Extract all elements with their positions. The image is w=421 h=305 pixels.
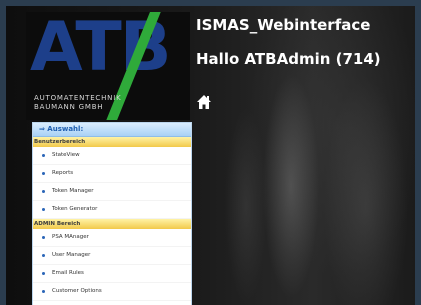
logo-company-line1: AUTOMATENTECHNIK <box>34 94 122 102</box>
menu-item-label: StateView <box>52 152 80 158</box>
menu-item-label: PSA MAnager <box>52 234 89 240</box>
bullet-icon <box>42 208 45 211</box>
bullet-icon <box>42 272 45 275</box>
menu-item-label: Token Manager <box>52 188 94 194</box>
menu-item-label: Token Generator <box>52 206 98 212</box>
bullet-icon <box>42 236 45 239</box>
menu-item-psa-manager[interactable]: PSA MAnager <box>33 229 191 247</box>
logo-company-name: AUTOMATENTECHNIK BAUMANN GMBH <box>34 94 174 112</box>
menu-section-admin: ADMIN Bereich <box>33 219 191 229</box>
user-greeting: Hallo ATBAdmin (714) <box>196 50 381 68</box>
app-title: ISMAS_Webinterface <box>196 16 371 34</box>
menu-item-label: User Manager <box>52 252 91 258</box>
logo-company-line2: BAUMANN GMBH <box>34 103 104 111</box>
menu-item-customer-options[interactable]: Customer Options <box>33 283 191 301</box>
bullet-icon <box>42 290 45 293</box>
bullet-icon <box>42 190 45 193</box>
company-logo: ATB AUTOMATENTECHNIK BAUMANN GMBH <box>26 12 190 120</box>
menu-item-email-rules[interactable]: Email Rules <box>33 265 191 283</box>
menu-item-user-manager[interactable]: User Manager <box>33 247 191 265</box>
menu-item-stateview[interactable]: StateView <box>33 147 191 165</box>
menu-item-label: Reports <box>52 170 74 176</box>
menu-item-token-manager[interactable]: Token Manager <box>33 183 191 201</box>
menu-item-label: Customer Options <box>52 288 102 294</box>
menu-item-label: Email Rules <box>52 270 84 276</box>
bullet-icon <box>42 254 45 257</box>
home-icon[interactable] <box>196 94 212 110</box>
menu-item-token-generator[interactable]: Token Generator <box>33 201 191 219</box>
bullet-icon <box>42 172 45 175</box>
menu-header[interactable]: ⇒ Auswahl: <box>33 123 191 137</box>
menu-section-benutzerbereich: Benutzerbereich <box>33 137 191 147</box>
navigation-menu: ⇒ Auswahl: Benutzerbereich StateView Rep… <box>32 122 192 305</box>
menu-item-reports[interactable]: Reports <box>33 165 191 183</box>
bullet-icon <box>42 154 45 157</box>
page-frame: ATB AUTOMATENTECHNIK BAUMANN GMBH ISMAS_… <box>6 6 415 305</box>
